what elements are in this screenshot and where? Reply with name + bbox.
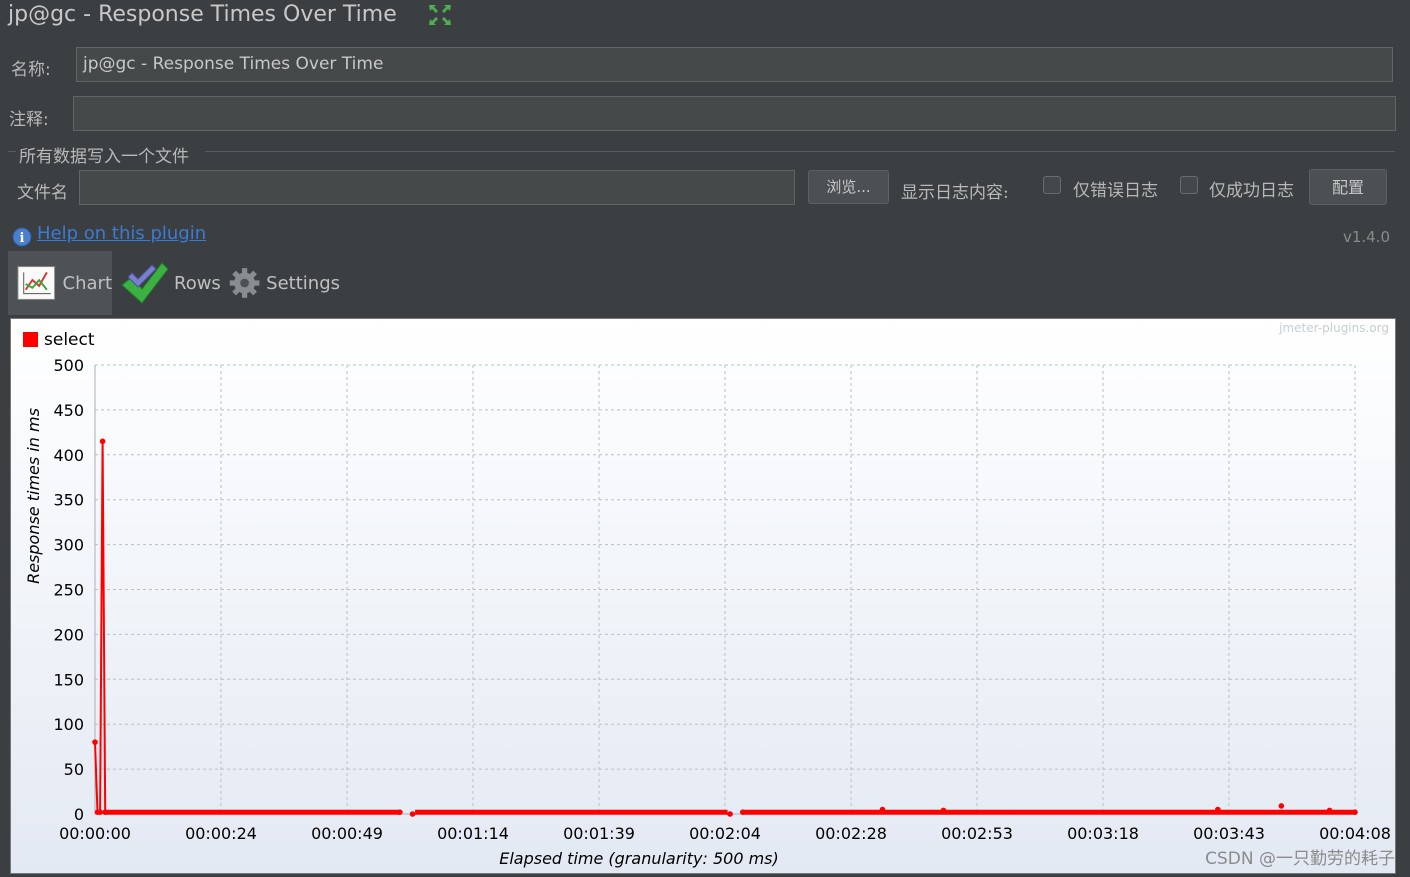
success-only-checkbox[interactable] xyxy=(1180,176,1198,194)
tab-settings[interactable]: Settings xyxy=(228,251,340,315)
name-input[interactable]: jp@gc - Response Times Over Time xyxy=(76,47,1393,82)
x-tick-label: 00:00:49 xyxy=(311,824,383,843)
x-tick-label: 00:00:24 xyxy=(185,824,257,843)
data-point-select xyxy=(1326,807,1333,814)
x-tick-label: 00:00:00 xyxy=(59,824,131,843)
data-point-select xyxy=(1352,809,1358,816)
legend-label-select: select xyxy=(44,330,95,350)
window-title: jp@gc - Response Times Over Time xyxy=(8,2,397,27)
tab-rows-label: Rows xyxy=(174,272,221,294)
csdn-watermark: CSDN @一只勤劳的耗子 xyxy=(1205,849,1395,869)
y-tick-label: 300 xyxy=(53,536,84,555)
group-title: 所有数据写入一个文件 xyxy=(19,147,189,167)
y-tick-label: 0 xyxy=(74,805,84,824)
filename-label: 文件名 xyxy=(17,183,68,203)
tab-chart-label: Chart xyxy=(62,272,112,294)
info-icon: i xyxy=(12,227,32,247)
y-tick-label: 350 xyxy=(53,491,84,510)
y-tick-label: 50 xyxy=(64,760,84,779)
svg-text:i: i xyxy=(20,231,25,246)
data-point-select xyxy=(97,809,103,816)
x-tick-label: 00:04:08 xyxy=(1319,824,1391,843)
errors-only-checkbox[interactable] xyxy=(1043,176,1061,194)
tab-chart[interactable]: Chart xyxy=(8,251,112,315)
data-point-select xyxy=(727,811,733,817)
browse-button[interactable]: 浏览... xyxy=(808,170,889,204)
response-times-chart: jmeter-plugins.org select 0 50 100 150 200 25… xyxy=(11,319,1395,873)
y-tick-label: 200 xyxy=(53,625,84,644)
y-tick-label: 450 xyxy=(53,401,84,420)
y-axis-label: Response times in ms xyxy=(24,408,43,584)
group-border-right xyxy=(205,151,1395,152)
data-point-select xyxy=(739,809,746,816)
group-border-left xyxy=(8,151,16,152)
legend-swatch xyxy=(23,332,38,347)
chart-panel: jmeter-plugins.org select 0 50 100 150 200 25… xyxy=(10,318,1396,874)
name-label: 名称: xyxy=(11,60,51,80)
log-content-label: 显示日志内容: xyxy=(901,183,1009,203)
x-tick-label: 00:03:43 xyxy=(1193,824,1265,843)
data-point-select xyxy=(879,806,886,813)
help-link[interactable]: Help on this plugin xyxy=(37,223,206,244)
data-point-select xyxy=(102,809,108,816)
jmeter-watermark: jmeter-plugins.org xyxy=(1278,321,1389,335)
comment-label: 注释: xyxy=(9,110,49,130)
y-tick-label: 500 xyxy=(53,356,84,375)
errors-only-label: 仅错误日志 xyxy=(1073,181,1158,201)
x-tick-label: 00:02:28 xyxy=(815,824,887,843)
x-tick-label: 00:01:39 xyxy=(563,824,635,843)
y-tick-label: 250 xyxy=(53,581,84,600)
x-tick-label: 00:02:04 xyxy=(689,824,761,843)
data-point-select xyxy=(940,807,947,814)
comment-input[interactable] xyxy=(73,96,1396,131)
tab-rows[interactable]: Rows xyxy=(118,251,224,315)
checkmark-icon xyxy=(121,262,168,304)
y-tick-label: 400 xyxy=(53,446,84,465)
data-point-select xyxy=(409,811,416,817)
data-point-select xyxy=(1278,803,1285,809)
y-tick-label: 150 xyxy=(53,670,84,689)
tab-settings-label: Settings xyxy=(266,272,340,294)
gear-icon xyxy=(229,268,260,298)
configure-button[interactable]: 配置 xyxy=(1309,169,1387,205)
x-axis-label: Elapsed time (granularity: 500 ms) xyxy=(499,849,779,868)
x-tick-label: 00:03:18 xyxy=(1067,824,1139,843)
chart-icon xyxy=(17,266,56,300)
version-label: v1.4.0 xyxy=(1342,228,1390,246)
data-point-select xyxy=(92,739,98,745)
success-only-label: 仅成功日志 xyxy=(1209,181,1294,201)
data-point-select xyxy=(99,438,106,445)
x-tick-label: 00:02:53 xyxy=(941,824,1013,843)
data-point-select xyxy=(397,809,403,816)
filename-input[interactable] xyxy=(79,170,795,205)
y-tick-label: 100 xyxy=(53,715,84,734)
data-point-select xyxy=(1215,806,1221,813)
x-tick-label: 00:01:14 xyxy=(437,824,509,843)
chart-background xyxy=(11,319,1395,873)
expand-icon[interactable] xyxy=(427,3,453,27)
